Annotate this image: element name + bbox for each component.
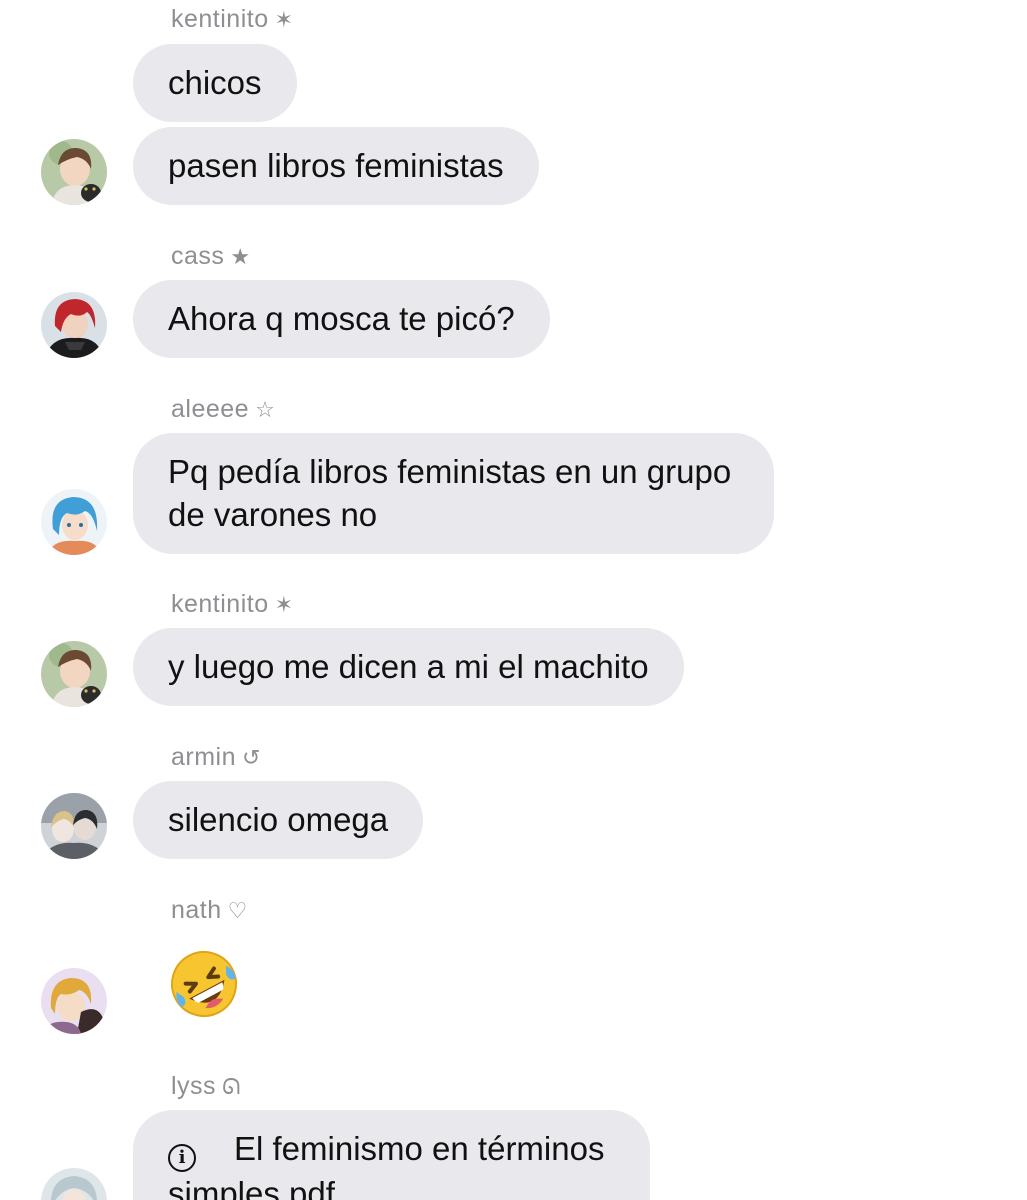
avatar-image — [41, 139, 107, 205]
attachment-bubble[interactable]: i El feminismo en términos simples.pdf — [133, 1110, 650, 1200]
author-symbol: ✶ — [274, 593, 294, 618]
author-name-aleeee: aleeee ☆ — [171, 395, 275, 424]
avatar-image — [41, 489, 107, 555]
author-label: nath — [171, 896, 222, 924]
avatar-kentinito[interactable] — [41, 139, 107, 205]
avatar-kentinito[interactable] — [41, 641, 107, 707]
author-symbol: ✶ — [274, 8, 294, 33]
avatar-cass[interactable] — [41, 292, 107, 358]
avatar-nath[interactable] — [41, 968, 107, 1034]
message-text: Ahora q mosca te picó? — [168, 300, 515, 337]
author-symbol: ↺ — [242, 746, 261, 771]
author-name-lyss: lyss ᘏ — [171, 1072, 241, 1101]
avatar-image — [41, 968, 107, 1034]
message-text: pasen libros feministas — [168, 147, 504, 184]
avatar-lyss[interactable] — [41, 1168, 107, 1200]
author-label: aleeee — [171, 395, 250, 423]
author-label: cass — [171, 242, 225, 270]
message-bubble[interactable]: y luego me dicen a mi el machito — [133, 628, 684, 706]
message-bubble[interactable]: Pq pedía libros feministas en un grupo d… — [133, 433, 774, 554]
avatar-image — [41, 1168, 107, 1200]
rolling-on-the-floor-laughing-icon[interactable] — [168, 948, 240, 1020]
message-text: silencio omega — [168, 801, 389, 838]
message-bubble[interactable]: silencio omega — [133, 781, 424, 859]
author-label: kentinito — [171, 5, 269, 33]
message-text: Pq pedía libros feministas en un grupo d… — [168, 453, 732, 533]
avatar-image — [41, 641, 107, 707]
author-label: lyss — [171, 1072, 217, 1100]
avatar-image — [41, 793, 107, 859]
author-symbol: ☆ — [255, 398, 276, 423]
author-symbol: ᘏ — [222, 1075, 241, 1100]
author-name-kentinito: kentinito ✶ — [171, 590, 294, 619]
author-name-armin: armin ↺ — [171, 743, 261, 772]
avatar-aleeee[interactable] — [41, 489, 107, 555]
message-text: y luego me dicen a mi el machito — [168, 648, 649, 685]
author-symbol: ♡ — [227, 899, 248, 924]
message-bubble[interactable]: pasen libros feministas — [133, 127, 539, 205]
info-icon[interactable]: i — [168, 1144, 196, 1172]
author-label: armin — [171, 743, 237, 771]
author-label: kentinito — [171, 590, 269, 618]
author-name-kentinito: kentinito ✶ — [171, 5, 294, 34]
avatar-armin[interactable] — [41, 793, 107, 859]
author-symbol: ★ — [230, 245, 251, 270]
message-text: chicos — [168, 64, 262, 101]
avatar-image — [41, 292, 107, 358]
attachment-title[interactable]: El feminismo en términos simples.pdf — [168, 1130, 604, 1200]
message-bubble[interactable]: Ahora q mosca te picó? — [133, 280, 550, 358]
message-bubble[interactable]: chicos — [133, 44, 297, 122]
author-name-nath: nath ♡ — [171, 896, 248, 925]
author-name-cass: cass ★ — [171, 242, 251, 271]
chat-thread: kentinito ✶ chicos pasen libros feminista… — [0, 0, 1027, 1200]
